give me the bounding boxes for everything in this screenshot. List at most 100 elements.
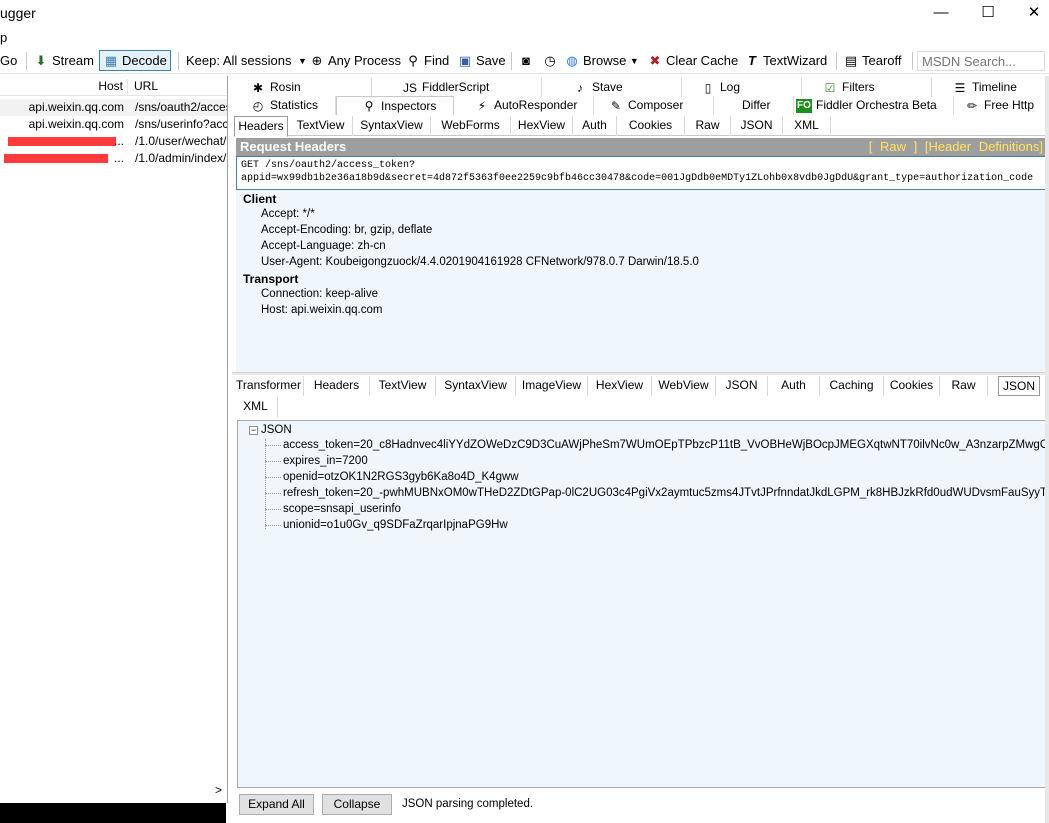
req-tab-auth[interactable]: Auth [573,116,617,136]
timer-button[interactable]: ◷ [542,51,558,71]
tab-free-http[interactable]: ✏ Free Http [954,96,1049,115]
tab-label: Differ [742,98,771,112]
toolbar-divider [511,52,512,70]
req-tab-webforms[interactable]: WebForms [431,116,511,136]
json-node[interactable]: scope=snsapi_userinfo [265,503,401,515]
minimize-button[interactable]: — [926,2,956,24]
tab-inspectors[interactable]: ⚲ Inspectors [336,96,454,115]
scroll-right-icon[interactable]: > [215,783,222,797]
session-url: /sns/oauth2/access [135,100,228,114]
column-header-url[interactable]: URL [134,79,158,93]
resp-tab-headers[interactable]: Headers [304,376,370,396]
clear-cache-button[interactable]: ✖ Clear Cache [647,51,739,71]
tab-filters[interactable]: ☑ Filters [802,78,932,97]
resp-tab-raw[interactable]: Raw [940,376,988,396]
header-definitions-link[interactable]: [Header Definitions] [925,139,1043,154]
tab-stave[interactable]: ♪ Stave [542,78,682,97]
horizontal-scrollbar[interactable]: > [0,783,227,800]
window-title: ugger [0,5,36,21]
req-tab-xml[interactable]: XML [783,116,831,136]
resp-tab-imageview[interactable]: ImageView [516,376,588,396]
json-node[interactable]: refresh_token=20_-pwhMUBNxOM0wTHeD2ZDtGP… [265,487,1048,499]
screenshot-button[interactable]: ◙ [518,51,534,71]
textwizard-icon: T [748,53,756,68]
session-row[interactable]: api.weixin.qq.com /sns/userinfo?acce [0,116,227,133]
json-node-text: expires_in=7200 [283,455,368,467]
section-title: Request Headers [240,139,347,154]
save-icon: ▣ [458,53,472,68]
tab-timeline[interactable]: ☰ Timeline [932,78,1049,97]
resp-tab-json[interactable]: JSON [716,376,768,396]
resp-tab-webview[interactable]: WebView [652,376,716,396]
session-row[interactable]: api.weixin.qq.com /sns/oauth2/access [0,99,228,116]
inspect-icon: ⚲ [364,99,374,113]
req-tab-json[interactable]: JSON [731,116,783,136]
any-process-button[interactable]: ⊕ Any Process [309,51,401,71]
textwizard-button[interactable]: T TextWizard [744,51,827,71]
tab-composer[interactable]: ✎ Composer [594,96,714,115]
session-row[interactable]: ... /1.0/admin/index/a [0,150,227,167]
resp-tab-textview[interactable]: TextView [370,376,436,396]
tab-autoresponder[interactable]: ⚡ AutoResponder [454,96,594,115]
json-tree-root[interactable]: − JSON [249,424,292,436]
msdn-search-input[interactable] [917,51,1045,71]
binoculars-icon: ⚲ [408,53,418,68]
resp-tab-cookies[interactable]: Cookies [884,376,940,396]
req-tab-syntaxview[interactable]: SyntaxView [353,116,431,136]
resp-tab-hexview[interactable]: HexView [588,376,652,396]
tree-connector [265,439,266,529]
resp-tab-syntaxview[interactable]: SyntaxView [436,376,516,396]
collapse-button[interactable]: Collapse [322,794,392,815]
tree-branch [265,524,281,526]
tab-log[interactable]: ▯ Log [682,78,802,97]
title-bar: ugger — ☐ ✕ [0,0,1049,28]
tearoff-button[interactable]: ▤ Tearoff [843,51,902,71]
find-label: Find [424,53,450,68]
req-tab-headers[interactable]: Headers [234,116,288,137]
session-host: ... [113,151,124,165]
tab-fiddlerscript[interactable]: JS FiddlerScript [372,78,542,97]
maximize-button[interactable]: ☐ [973,2,1003,24]
resp-tab-caching[interactable]: Caching [820,376,884,396]
tab-statistics[interactable]: ◴ Statistics [232,96,336,115]
tab-rosin[interactable]: ✱ Rosin [232,78,372,97]
json-node[interactable]: unionid=o1u0Gv_q9SDFaZrqarIpjnaPG9Hw [265,519,508,531]
json-node[interactable]: access_token=20_c8Hadnvec4liYYdZOWeDzC9D… [265,439,1049,451]
keep-sessions-dropdown[interactable]: Keep: All sessions ▼ [186,51,311,71]
raw-link[interactable]: [ Raw ] [869,139,917,154]
stream-button[interactable]: ⬇ Stream [33,51,94,71]
json-node[interactable]: expires_in=7200 [265,455,368,467]
menu-item-help[interactable]: p [0,30,7,45]
pane-splitter[interactable] [232,372,1049,375]
decode-button[interactable]: ▦ Decode [99,50,171,71]
resp-tab-auth[interactable]: Auth [768,376,820,396]
request-line-2: appid=wx99db1b2e36a18b9d&secret=4d872f53… [241,173,1034,184]
resp-tab-json-active[interactable]: JSON [998,376,1040,396]
go-button[interactable]: Go [0,51,17,71]
find-button[interactable]: ⚲ Find [405,51,449,71]
session-row[interactable]: ... /1.0/user/wechat/l [0,133,227,150]
json-node-text: access_token=20_c8Hadnvec4liYYdZOWeDzC9D… [283,439,1049,451]
req-tab-cookies[interactable]: Cookies [617,116,685,136]
browse-button[interactable]: ◍ Browse ▼ [564,51,639,71]
rosin-icon: ✱ [252,80,264,95]
json-node-text: scope=snsapi_userinfo [283,503,401,515]
resp-tab-xml[interactable]: XML [234,397,278,417]
dropdown-arrow-icon: ▼ [629,56,639,66]
json-node[interactable]: openid=otzOK1N2RGS3gyb6Ka8o4D_K4gww [265,471,519,483]
req-tab-textview[interactable]: TextView [289,116,353,136]
req-tab-hexview[interactable]: HexView [511,116,573,136]
header-item: Accept-Language: zh-cn [261,240,386,252]
session-host: api.weixin.qq.com [28,100,124,114]
column-header-host[interactable]: Host [0,79,128,95]
tab-fiddler-orchestra[interactable]: FO Fiddler Orchestra Beta [794,96,954,115]
tab-differ[interactable]: Differ [714,96,794,115]
request-line[interactable]: GET /sns/oauth2/access_token? appid=wx99… [236,156,1049,190]
clock-icon: ◷ [544,53,556,68]
resp-tab-transformer[interactable]: Transformer [234,376,304,396]
req-tab-raw[interactable]: Raw [685,116,731,136]
collapse-toggle-icon[interactable]: − [249,425,258,435]
save-button[interactable]: ▣ Save [457,51,506,71]
expand-all-button[interactable]: Expand All [239,794,314,815]
close-button[interactable]: ✕ [1019,2,1049,24]
